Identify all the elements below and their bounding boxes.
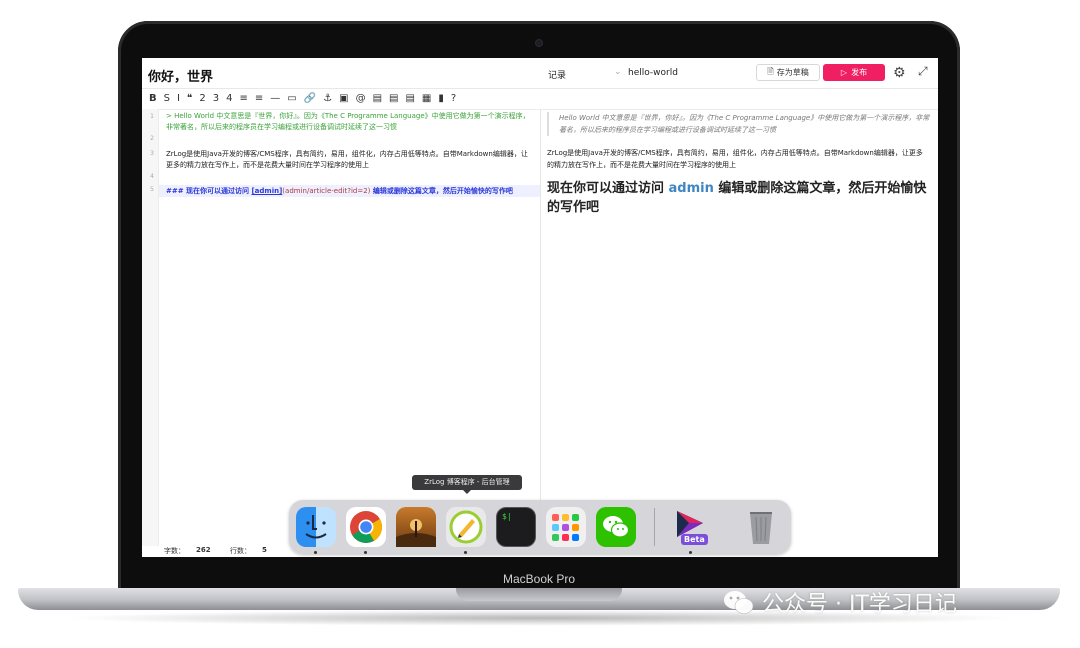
toolbar-quote-button[interactable]: ❝ [187, 89, 192, 109]
heading-text: 现在你可以通过访问 [547, 181, 669, 196]
running-indicator [314, 551, 317, 554]
launchpad-icon[interactable] [546, 507, 586, 547]
laptop-notch [456, 588, 622, 601]
toolbar-ordered-list-button[interactable]: ≡ [255, 89, 263, 109]
markdown-toolbar: B S I ❝ 2 3 4 ≡ ≡ — ▭ 🔗 ⚓ ▣ @ ▤ ▤ ▤ ▦ ▮? [142, 89, 938, 110]
preview-heading: 现在你可以通过访问 admin 编辑或删除这篇文章，然后开始愉快的写作吧 [547, 179, 931, 217]
gear-icon[interactable]: ⚙ [893, 65, 906, 81]
article-title-input[interactable]: 你好，世界 [148, 66, 213, 85]
tooltip-arrow [463, 490, 471, 494]
toolbar-anchor-button[interactable]: ⚓ [323, 89, 332, 109]
chrome-icon[interactable] [346, 507, 386, 547]
wechat-icon[interactable] [596, 507, 636, 547]
heading-text: ### 现在你可以通过访问 [166, 187, 252, 195]
terminal-icon[interactable]: $| [496, 507, 536, 547]
model-label: MacBook Pro [502, 572, 576, 586]
alias-input[interactable]: hello-world [628, 68, 678, 78]
preview-paragraph: ZrLog是使用Java开发的博客/CMS程序，具有简约，易用，组件化，内存占用… [547, 149, 923, 169]
save-draft-button[interactable]: 🗎 存为草稿 [756, 64, 820, 81]
toolbar-h3-button[interactable]: 3 [213, 89, 219, 109]
toolbar-bold-button[interactable]: B [149, 89, 157, 109]
code-line: ZrLog是使用Java开发的博客/CMS程序，具有简约，易用，组件化，内存占用… [166, 150, 528, 169]
toolbar-file-button[interactable]: ▤ [389, 89, 398, 109]
toolbar-clear-button[interactable]: ▮ [438, 89, 444, 109]
line-gutter: 1 2 3 4 5 [142, 109, 159, 546]
wechat-icon [724, 591, 754, 614]
publish-label: 发布 [851, 68, 868, 77]
toolbar-table-button[interactable]: ▦ [422, 89, 431, 109]
dock-tooltip: ZrLog 博客程序 - 后台管理 [412, 475, 522, 490]
word-count-label: 字数： [164, 547, 185, 555]
dock-separator [654, 508, 655, 546]
dock: $| Beta [289, 500, 791, 554]
zrlog-icon[interactable] [446, 507, 486, 547]
admin-link[interactable]: admin [669, 181, 714, 196]
toolbar-image-button[interactable]: ▣ [339, 89, 348, 109]
camera-icon [536, 40, 542, 46]
link-text: [admin] [251, 187, 283, 195]
word-count-value: 262 [196, 546, 211, 554]
publish-button[interactable]: ▷ 发布 [823, 64, 885, 81]
toolbar-strikethrough-button[interactable]: S [164, 89, 170, 109]
running-indicator [689, 551, 692, 554]
toolbar-help-button[interactable]: ? [451, 89, 456, 109]
trash-icon[interactable] [741, 507, 781, 547]
running-indicator [364, 551, 367, 554]
code-line: ### 现在你可以通过访问 [admin](admin/article-edit… [166, 186, 534, 197]
heading-text: 编辑或删除这篇文章，然后开始愉快的写作吧 [370, 187, 513, 195]
toolbar-file-button[interactable]: ▤ [373, 89, 382, 109]
beta-app-icon[interactable]: Beta [671, 507, 711, 547]
markdown-preview: Hello World 中文意思是『世界，你好』。因为《The C Progra… [541, 109, 938, 546]
beta-badge: Beta [681, 534, 708, 545]
toolbar-code-block-button[interactable]: ▭ [287, 89, 296, 109]
line-number: 3 [150, 150, 154, 157]
editor-topbar: 你好，世界 记录 ⌄ hello-world 🗎 存为草稿 ▷ 发布 ⚙ ⤢ [142, 58, 938, 89]
link-url: (admin/article-edit?id=2) [282, 187, 371, 195]
toolbar-at-button[interactable]: @ [356, 89, 366, 109]
send-icon: ▷ [840, 68, 848, 77]
line-number: 2 [150, 135, 154, 142]
photo-app-icon[interactable] [396, 507, 436, 547]
line-number: 5 [150, 186, 154, 193]
finder-icon[interactable] [296, 507, 336, 547]
chevron-down-icon[interactable]: ⌄ [614, 67, 622, 77]
toolbar-unordered-list-button[interactable]: ≡ [239, 89, 247, 109]
category-select[interactable]: 记录 [548, 68, 566, 81]
toolbar-italic-button[interactable]: I [177, 89, 180, 109]
running-indicator [464, 551, 467, 554]
screen: 你好，世界 记录 ⌄ hello-world 🗎 存为草稿 ▷ 发布 ⚙ ⤢ B… [142, 58, 938, 557]
code-line: > Hello World 中文意思是『世界，你好』。因为《The C Prog… [166, 112, 530, 131]
line-count-label: 行数： [230, 547, 251, 555]
toolbar-link-button[interactable]: 🔗 [304, 89, 316, 109]
toolbar-file-button[interactable]: ▤ [405, 89, 414, 109]
watermark-text: 公众号 · IT学习日记 [762, 592, 957, 617]
line-number: 4 [150, 173, 154, 180]
save-draft-label: 存为草稿 [776, 68, 809, 77]
fullscreen-icon[interactable]: ⤢ [918, 64, 928, 79]
toolbar-horizontal-rule-button[interactable]: — [270, 89, 280, 109]
preview-blockquote: Hello World 中文意思是『世界，你好』。因为《The C Progra… [547, 112, 931, 136]
toolbar-h4-button[interactable]: 4 [226, 89, 232, 109]
toolbar-h2-button[interactable]: 2 [199, 89, 205, 109]
terminal-prompt: $| [502, 512, 512, 521]
line-number: 1 [150, 113, 154, 120]
line-count-value: 5 [262, 546, 267, 554]
save-icon: 🗎 [767, 66, 774, 76]
watermark: 公众号 · IT学习日记 [722, 586, 957, 618]
